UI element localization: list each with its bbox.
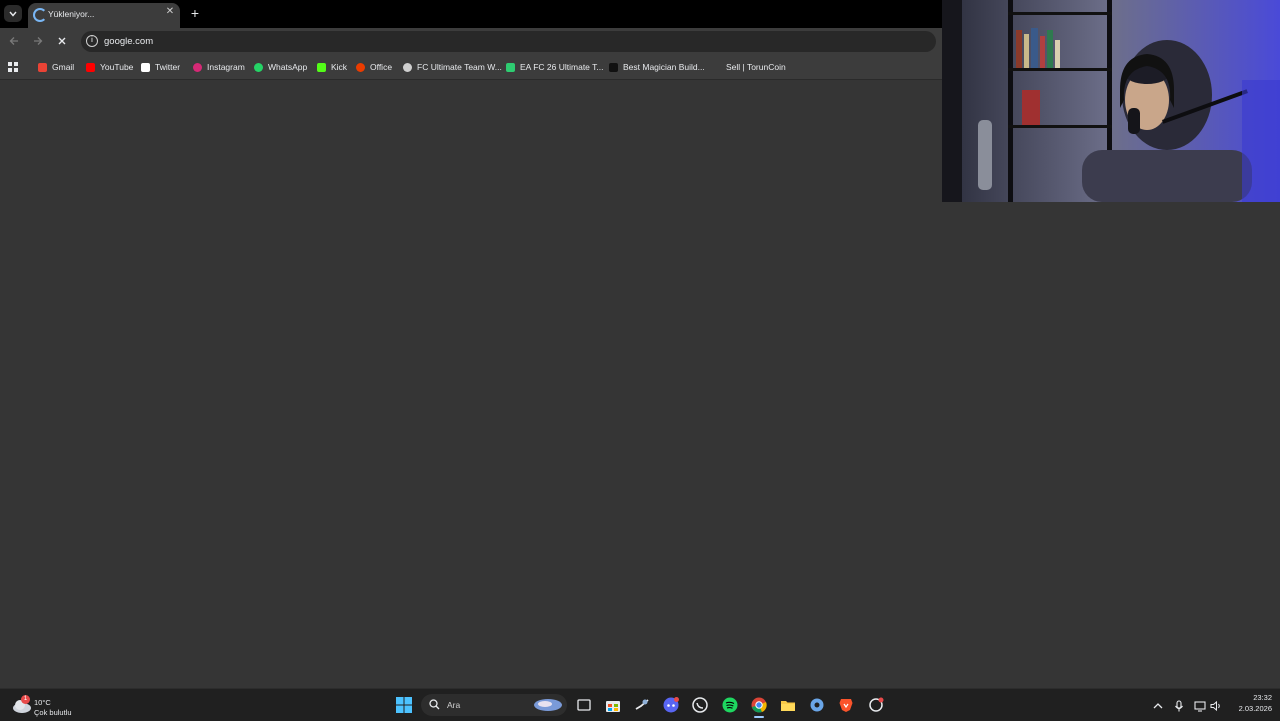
settings-app-icon bbox=[810, 698, 824, 712]
bookmark-label: Kick bbox=[331, 62, 348, 72]
microphone-button[interactable] bbox=[1173, 699, 1185, 712]
speaker-icon bbox=[1210, 700, 1220, 712]
apps-grid-icon bbox=[8, 62, 18, 72]
kick-icon bbox=[317, 62, 326, 72]
show-hidden-icons-button[interactable] bbox=[1152, 699, 1164, 711]
close-icon bbox=[58, 37, 66, 45]
tab-title: Yükleniyor... bbox=[48, 9, 95, 19]
office-icon bbox=[356, 62, 365, 72]
discord-icon bbox=[663, 697, 679, 713]
brave-button[interactable] bbox=[838, 697, 854, 713]
taskbar: 1 10°C Çok bulutlu Ara 23:32 2.03.2026 bbox=[0, 688, 1280, 721]
tab-active[interactable]: Yükleniyor... ✕ bbox=[28, 3, 180, 28]
futbin-icon bbox=[506, 62, 515, 72]
task-view-button[interactable] bbox=[576, 697, 592, 713]
weather-widget[interactable]: 1 10°C Çok bulutlu bbox=[10, 693, 80, 717]
bookmark-label: YouTube bbox=[100, 62, 134, 72]
search-highlight-icon bbox=[534, 699, 562, 711]
network-icon bbox=[1194, 701, 1206, 712]
task-view-icon bbox=[577, 699, 591, 711]
steam-button[interactable] bbox=[634, 697, 650, 713]
spotify-icon bbox=[722, 697, 738, 713]
gmail-icon bbox=[38, 62, 47, 72]
clock-time: 23:32 bbox=[1253, 693, 1272, 702]
bookmark-label: Twitter bbox=[155, 62, 181, 72]
microphone-icon bbox=[1175, 700, 1183, 712]
app-extra-button[interactable] bbox=[868, 697, 884, 713]
back-button[interactable] bbox=[6, 34, 22, 50]
address-url: google.com bbox=[104, 36, 154, 47]
network-button[interactable] bbox=[1194, 699, 1206, 712]
webcam-image bbox=[942, 0, 1280, 202]
forward-button[interactable] bbox=[30, 34, 46, 50]
steam-icon bbox=[635, 699, 649, 710]
active-app-indicator bbox=[754, 716, 764, 718]
discord-button[interactable] bbox=[663, 697, 679, 713]
bookmark-label: EA FC 26 Ultimate T... bbox=[520, 62, 604, 72]
whatsapp-button[interactable] bbox=[692, 697, 708, 713]
bookmark-label: Office bbox=[370, 62, 393, 72]
chevron-up-icon bbox=[1153, 703, 1163, 709]
chrome-button[interactable] bbox=[751, 697, 767, 718]
windows-icon bbox=[396, 697, 412, 713]
whatsapp-icon bbox=[254, 62, 263, 72]
blank-icon bbox=[712, 62, 721, 72]
bookmark-item[interactable]: YouTube bbox=[86, 60, 133, 74]
apps-button[interactable] bbox=[8, 60, 18, 74]
bookmark-item[interactable]: WhatsApp bbox=[254, 60, 307, 74]
bookmark-item[interactable]: EA FC 26 Ultimate T... bbox=[506, 60, 603, 74]
bookmark-item[interactable]: Instagram bbox=[193, 60, 245, 74]
folder-icon bbox=[781, 701, 795, 711]
brave-icon bbox=[839, 699, 853, 712]
bookmark-label: Best Magician Build... bbox=[623, 62, 705, 72]
bookmark-item[interactable]: Twitter bbox=[141, 60, 180, 74]
bookmark-item[interactable]: Gmail bbox=[38, 60, 74, 74]
webcam-overlay bbox=[942, 0, 1280, 202]
bookmark-item[interactable]: Best Magician Build... bbox=[609, 60, 705, 74]
address-bar[interactable]: i google.com bbox=[81, 31, 936, 52]
store-icon bbox=[606, 701, 620, 712]
tab-search-button[interactable] bbox=[4, 5, 22, 22]
bookmark-label: FC Ultimate Team W... bbox=[417, 62, 502, 72]
start-button[interactable] bbox=[396, 697, 412, 713]
arrow-right-icon bbox=[34, 37, 43, 45]
taskbar-search[interactable]: Ara bbox=[421, 694, 567, 716]
x-icon bbox=[141, 62, 150, 72]
instagram-icon bbox=[193, 62, 202, 72]
tab-close-button[interactable]: ✕ bbox=[164, 6, 176, 18]
store-button[interactable] bbox=[605, 697, 621, 713]
youtube-icon bbox=[86, 62, 95, 72]
new-tab-button[interactable]: + bbox=[188, 5, 202, 21]
bookmark-label: Instagram bbox=[207, 62, 245, 72]
volume-button[interactable] bbox=[1210, 699, 1222, 712]
circular-app-icon bbox=[869, 697, 884, 712]
chrome-icon bbox=[751, 697, 767, 713]
clock-date: 2.03.2026 bbox=[1238, 704, 1272, 713]
bookmark-item[interactable]: Sell | TorunCoin bbox=[712, 60, 786, 74]
bookmark-item[interactable]: FC Ultimate Team W... bbox=[403, 60, 502, 74]
bookmark-label: Sell | TorunCoin bbox=[726, 62, 786, 72]
bookmark-item[interactable]: Kick bbox=[317, 60, 347, 74]
clock[interactable]: 23:32 2.03.2026 bbox=[1226, 693, 1272, 717]
stop-loading-button[interactable] bbox=[54, 34, 70, 50]
weather-condition: Çok bulutlu bbox=[34, 708, 72, 717]
whatsapp-icon bbox=[692, 697, 708, 713]
weather-temp: 10°C bbox=[34, 698, 51, 707]
spotify-button[interactable] bbox=[722, 697, 738, 713]
bookmark-label: WhatsApp bbox=[268, 62, 308, 72]
loading-spinner-icon bbox=[33, 8, 47, 22]
file-explorer-button[interactable] bbox=[780, 697, 796, 713]
weather-alert-badge: 1 bbox=[21, 695, 30, 704]
bookmark-label: Gmail bbox=[52, 62, 75, 72]
chevron-down-icon bbox=[9, 11, 17, 17]
search-label: Ara bbox=[447, 700, 461, 710]
app-gear-button[interactable] bbox=[809, 697, 825, 713]
globe-icon bbox=[403, 62, 412, 72]
site-info-icon[interactable]: i bbox=[86, 35, 98, 47]
search-icon bbox=[429, 699, 440, 710]
arrow-left-icon bbox=[9, 37, 18, 45]
bookmark-item[interactable]: Office bbox=[356, 60, 392, 74]
site-icon bbox=[609, 62, 618, 72]
